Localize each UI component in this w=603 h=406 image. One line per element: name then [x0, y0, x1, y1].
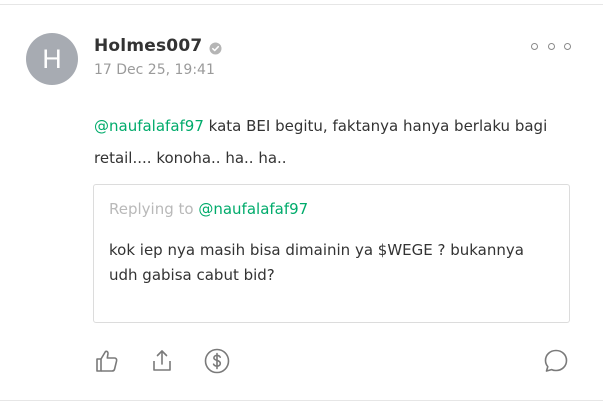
- top-divider: [0, 4, 603, 5]
- bottom-divider: [0, 400, 603, 401]
- verified-badge-icon: [209, 40, 222, 54]
- quoted-reply-box[interactable]: Replying to @naufalafaf97 kok iep nya ma…: [93, 184, 570, 323]
- more-dot: [547, 42, 555, 50]
- dollar-coin-icon[interactable]: [203, 347, 231, 375]
- more-dot: [531, 42, 538, 50]
- more-dot: [564, 42, 571, 50]
- replying-to-line: Replying to @naufalafaf97: [109, 200, 308, 218]
- quoted-text: kok iep nya masih bisa dimainin ya $WEGE…: [109, 241, 524, 284]
- avatar[interactable]: H: [26, 33, 78, 85]
- username[interactable]: Holmes007: [94, 36, 202, 56]
- post-timestamp[interactable]: 17 Dec 25, 19:41: [94, 62, 215, 78]
- post-mention-link[interactable]: @naufalafaf97: [94, 117, 204, 135]
- comment-bubble-icon[interactable]: [542, 347, 570, 375]
- author-row: Holmes007: [94, 34, 222, 58]
- share-icon[interactable]: [148, 347, 176, 375]
- post-card: H Holmes007 17 Dec 25, 19:41 @naufalafaf…: [0, 0, 603, 406]
- replying-to-label: Replying to: [109, 200, 199, 218]
- post-body: @naufalafaf97 kata BEI begitu, faktanya …: [94, 110, 574, 174]
- replying-to-mention-link[interactable]: @naufalafaf97: [198, 200, 308, 218]
- thumbs-up-icon[interactable]: [93, 347, 121, 375]
- more-options-icon[interactable]: [531, 38, 571, 54]
